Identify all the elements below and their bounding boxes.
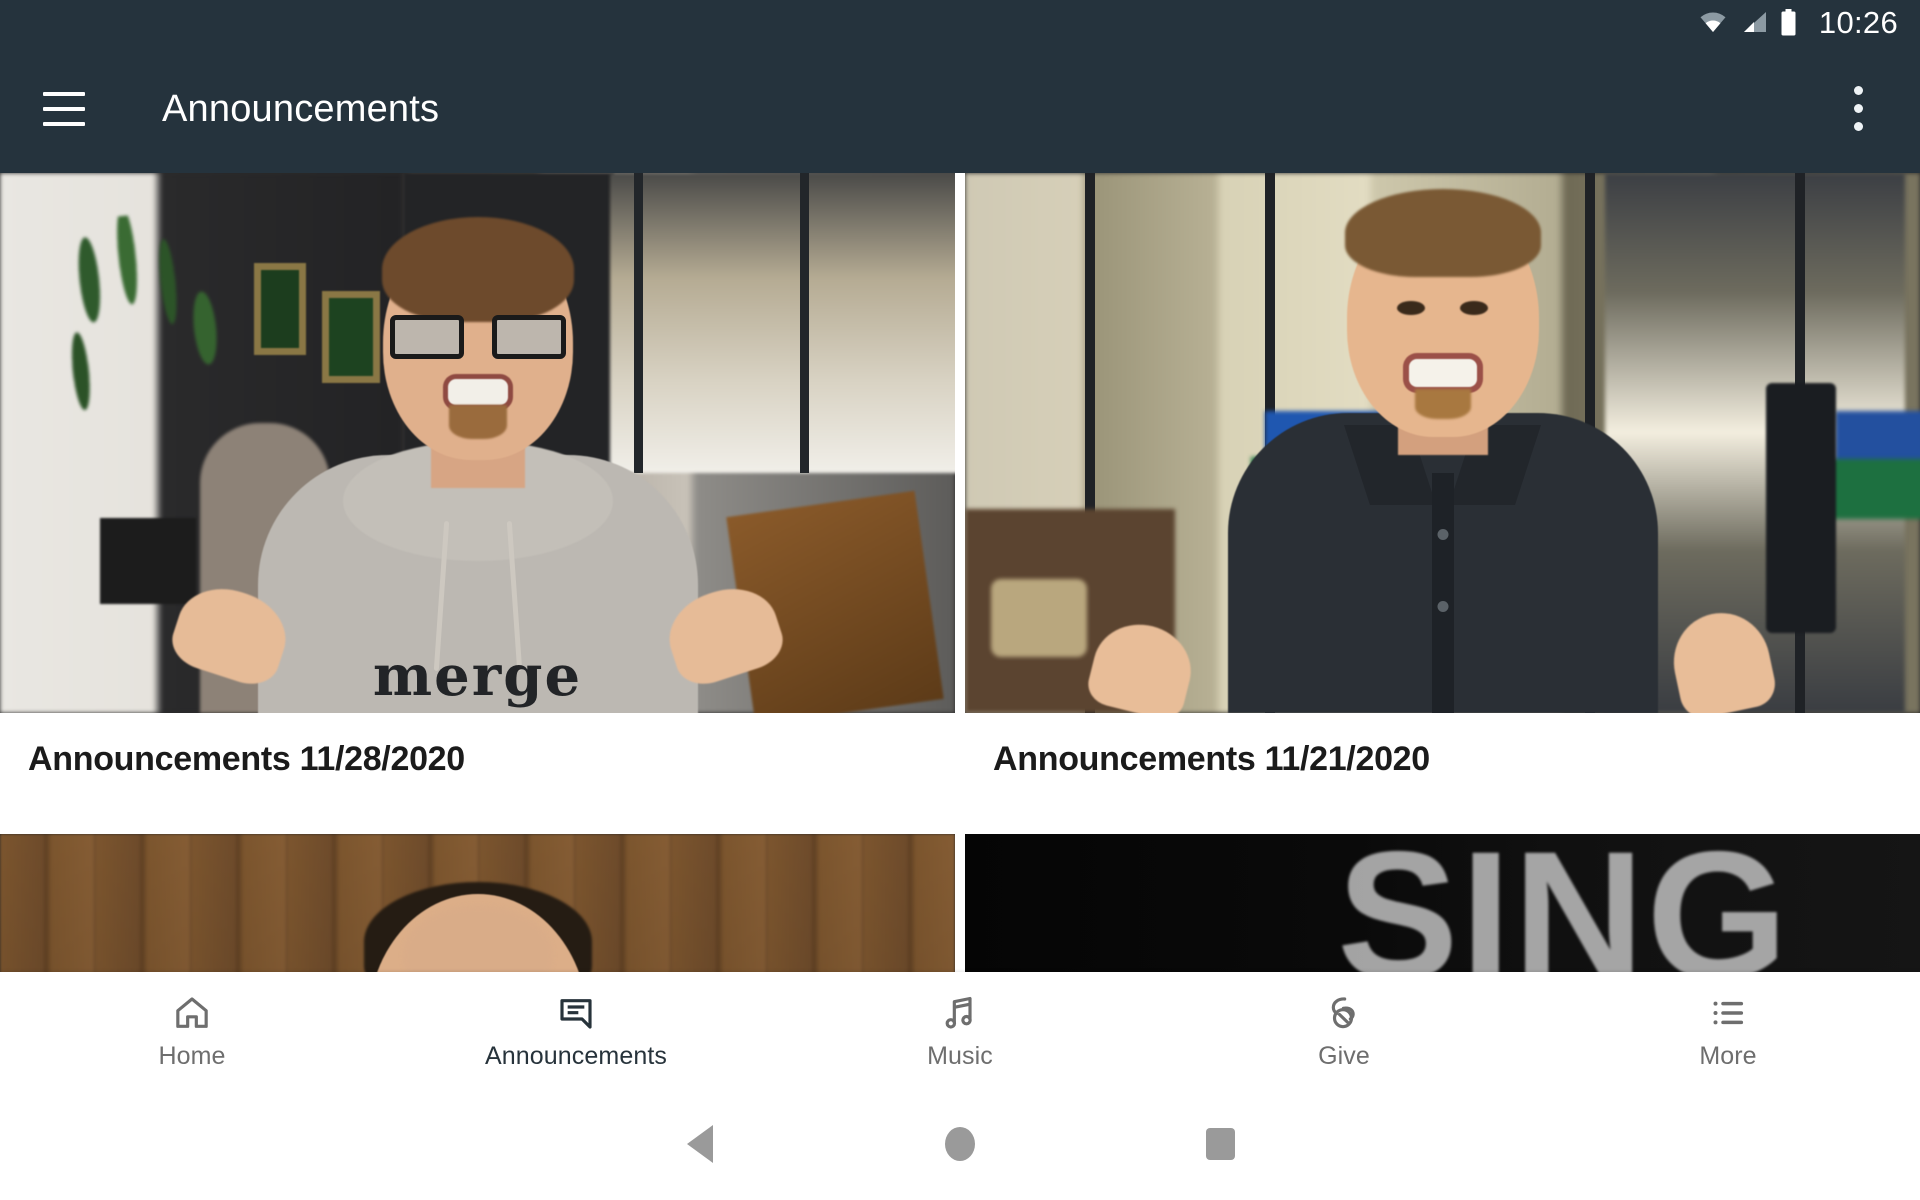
app-bar: Announcements: [0, 44, 1920, 173]
status-bar-icons: 10:26: [1698, 7, 1898, 38]
bulleted-list-icon: [1708, 991, 1748, 1035]
page-title: Announcements: [162, 87, 440, 130]
android-app-screen: 10:26 Announcements merge Announcements …: [0, 0, 1920, 1200]
nav-label-give: Give: [1318, 1042, 1370, 1070]
circle-home-icon: [945, 1127, 975, 1161]
system-recents-button[interactable]: [1090, 1088, 1350, 1200]
music-note-icon: [940, 991, 980, 1035]
nav-tab-home[interactable]: Home: [0, 972, 384, 1088]
video-grid: merge Announcements 11/28/2020 Announcem…: [0, 173, 1920, 1000]
nav-label-announcements: Announcements: [485, 1042, 667, 1070]
nav-label-more: More: [1699, 1042, 1757, 1070]
announcements-list[interactable]: merge Announcements 11/28/2020 Announcem…: [0, 173, 1920, 1000]
battery-icon: [1781, 8, 1796, 35]
thumbnail-image: [965, 173, 1920, 713]
grid-row-divider: [0, 779, 1920, 834]
nav-label-music: Music: [927, 1042, 993, 1070]
video-thumbnail[interactable]: merge: [0, 173, 955, 713]
cellular-signal-icon: [1743, 12, 1766, 32]
video-card[interactable]: merge Announcements 11/28/2020: [0, 173, 960, 780]
android-system-navigation: [0, 1088, 1920, 1200]
speech-bubble-icon: [556, 991, 596, 1035]
triangle-back-icon: [687, 1125, 713, 1163]
square-recents-icon: [1205, 1128, 1235, 1160]
nav-tab-more[interactable]: More: [1536, 972, 1920, 1088]
thumbnail-image: merge: [0, 173, 955, 713]
nav-label-home: Home: [158, 1042, 226, 1070]
wifi-icon: [1700, 12, 1726, 32]
system-back-button[interactable]: [570, 1088, 830, 1200]
nav-tab-give[interactable]: Give: [1152, 972, 1536, 1088]
video-thumbnail[interactable]: [965, 173, 1920, 713]
more-vertical-icon[interactable]: [1834, 77, 1882, 141]
hamburger-menu-icon[interactable]: [32, 77, 96, 141]
status-bar: 10:26: [0, 0, 1920, 44]
status-bar-clock: 10:26: [1818, 4, 1898, 40]
video-card[interactable]: Announcements 11/21/2020: [960, 173, 1920, 780]
video-title: Announcements 11/21/2020: [993, 740, 1430, 778]
home-icon: [172, 991, 212, 1035]
system-home-button[interactable]: [830, 1088, 1090, 1200]
nav-tab-announcements[interactable]: Announcements: [384, 972, 768, 1088]
video-title: Announcements 11/28/2020: [28, 740, 465, 778]
giving-hand-icon: [1324, 991, 1364, 1035]
bottom-navigation-bar: Home Announcements Music Give More: [0, 972, 1920, 1088]
nav-tab-music[interactable]: Music: [768, 972, 1152, 1088]
